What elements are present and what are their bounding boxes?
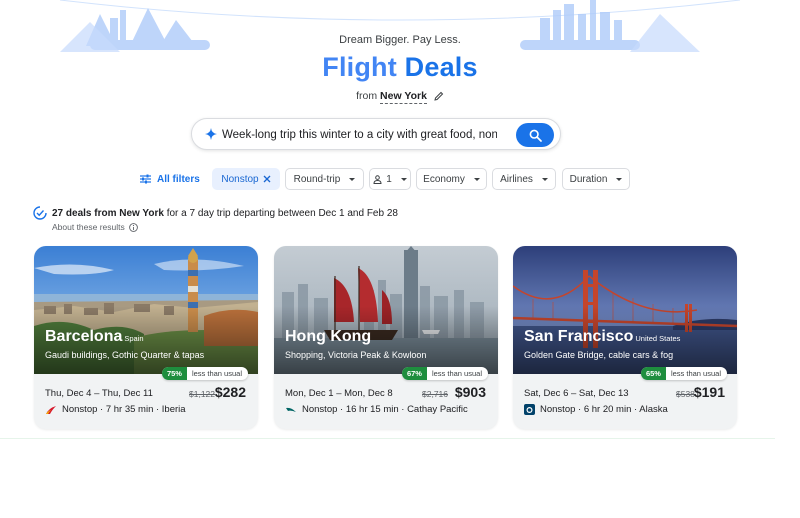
chevron-down-icon	[473, 177, 480, 181]
chip-nonstop[interactable]: Nonstop	[212, 168, 280, 190]
deal-card-barcelona[interactable]: Barcelona Spain Gaudi buildings, Gothic Q…	[34, 246, 258, 429]
savings-badge: 75% less than usual	[161, 367, 248, 380]
city-name: San Francisco	[524, 328, 634, 345]
flight-info: Nonstop · 7 hr 35 min · Iberia	[45, 404, 186, 415]
chip-label: 1	[386, 173, 392, 185]
origin-city[interactable]: New York	[380, 90, 427, 104]
origin-selector[interactable]: from New York	[0, 90, 800, 104]
deal-price: $282	[214, 384, 246, 400]
savings-label: less than usual	[670, 369, 721, 378]
chip-airlines[interactable]: Airlines	[492, 168, 556, 190]
search-box[interactable]	[191, 118, 561, 150]
chip-label: Duration	[569, 173, 608, 185]
search-button[interactable]	[516, 123, 554, 147]
summary-details: for a 7 day trip departing between Dec 1…	[166, 207, 398, 219]
chevron-down-icon	[349, 177, 356, 181]
chevron-down-icon	[400, 177, 407, 181]
chip-duration[interactable]: Duration	[562, 168, 630, 190]
flight-info: Nonstop · 16 hr 15 min · Cathay Pacific	[285, 404, 468, 415]
deal-price: $191	[693, 384, 725, 400]
person-icon	[373, 174, 382, 184]
chip-label: Nonstop	[221, 173, 259, 185]
destination-name: San Francisco United States	[524, 328, 680, 346]
cathay-pacific-logo-icon	[286, 407, 296, 412]
trip-dates: Sat, Dec 6 – Sat, Dec 13	[524, 388, 629, 399]
country-name: Spain	[124, 334, 144, 343]
savings-label: less than usual	[431, 369, 482, 378]
title-word-1: Flight	[322, 52, 397, 82]
all-filters-button[interactable]: All filters	[140, 168, 200, 190]
usual-price: $538	[676, 389, 695, 399]
destination-highlights: Gaudi buildings, Gothic Quarter & tapas	[45, 350, 205, 360]
country-name: United States	[635, 334, 681, 343]
deal-card-san-francisco[interactable]: San Francisco United States Golden Gate B…	[513, 246, 737, 429]
flight-details: Nonstop · 16 hr 15 min · Cathay Pacific	[302, 404, 468, 415]
search-icon	[529, 129, 542, 142]
deal-price: $903	[454, 384, 486, 400]
usual-price: $1,122	[189, 389, 215, 399]
info-icon	[128, 222, 138, 232]
chevron-down-icon	[541, 177, 548, 181]
divider	[0, 438, 775, 439]
sparkle-icon	[205, 128, 217, 140]
chip-cabin-class[interactable]: Economy	[416, 168, 487, 190]
tune-icon	[140, 174, 151, 184]
usual-price: $2,716	[422, 389, 448, 399]
hero-illustration	[59, 0, 741, 52]
about-results-link[interactable]: About these results	[52, 222, 138, 232]
flight-details: Nonstop · 6 hr 20 min · Alaska	[540, 404, 668, 415]
hero-tagline: Dream Bigger. Pay Less.	[339, 34, 461, 46]
destination-name: Hong Kong	[285, 328, 373, 346]
pencil-icon[interactable]	[434, 91, 444, 104]
chip-passengers[interactable]: 1	[369, 168, 411, 190]
about-label: About these results	[52, 222, 125, 232]
chip-label: Round-trip	[293, 173, 341, 185]
chip-label: Economy	[423, 173, 465, 185]
savings-percent: 67%	[401, 367, 427, 380]
chevron-down-icon	[616, 177, 623, 181]
close-icon[interactable]	[263, 175, 271, 183]
alaska-logo-icon	[524, 404, 535, 415]
chip-label: Airlines	[500, 173, 533, 185]
city-name: Barcelona	[45, 328, 123, 345]
destination-name: Barcelona Spain	[45, 328, 144, 346]
savings-badge: 65% less than usual	[640, 367, 727, 380]
filter-bar: All filters Nonstop Round-trip 1 Economy…	[0, 168, 800, 190]
trip-dates: Thu, Dec 4 – Thu, Dec 11	[45, 388, 153, 399]
savings-label: less than usual	[191, 369, 242, 378]
iberia-logo-icon	[46, 405, 56, 414]
destination-highlights: Golden Gate Bridge, cable cars & fog	[524, 350, 674, 360]
savings-badge: 67% less than usual	[401, 367, 488, 380]
deal-count: 27 deals from New York	[52, 207, 164, 219]
page-title: Flight Deals	[0, 52, 800, 83]
results-summary: 27 deals from New York for a 7 day trip …	[33, 206, 398, 220]
city-name: Hong Kong	[285, 328, 372, 345]
destination-highlights: Shopping, Victoria Peak & Kowloon	[285, 350, 427, 360]
trip-dates: Mon, Dec 1 – Mon, Dec 8	[285, 388, 393, 399]
search-input[interactable]	[222, 125, 497, 145]
verified-deals-icon	[33, 206, 47, 220]
origin-prefix: from	[356, 90, 378, 102]
all-filters-label: All filters	[157, 173, 200, 185]
title-word-2: Deals	[404, 52, 478, 82]
flight-details: Nonstop · 7 hr 35 min · Iberia	[62, 404, 186, 415]
savings-percent: 65%	[640, 367, 666, 380]
chip-trip-type[interactable]: Round-trip	[285, 168, 364, 190]
savings-percent: 75%	[161, 367, 187, 380]
deal-card-hong-kong[interactable]: Hong Kong Shopping, Victoria Peak & Kowl…	[274, 246, 498, 429]
flight-info: Nonstop · 6 hr 20 min · Alaska	[524, 404, 668, 415]
